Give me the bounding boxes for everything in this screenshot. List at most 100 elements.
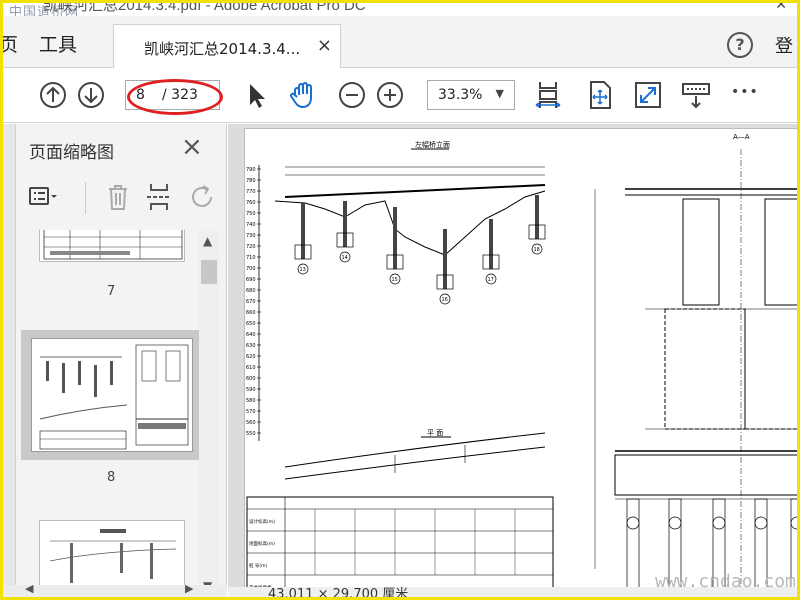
document-tab[interactable]: 凯峡河汇总2014.3.4... × — [113, 24, 341, 68]
pile-section — [668, 516, 682, 530]
delete-page-button[interactable] — [101, 180, 135, 214]
site-watermark: www.cndao.com — [655, 571, 796, 592]
elevation-tick-label: 700 — [246, 266, 256, 272]
elevation-tick-label: 590 — [246, 387, 256, 393]
window-title: 凯峡河汇总2014.3.4.pdf - Adobe Acrobat Pro DC — [43, 3, 366, 14]
elevation-tick-label: 780 — [246, 178, 256, 184]
elevation-tick-label: 660 — [246, 310, 256, 316]
arrow-down-circle-icon — [78, 82, 104, 108]
thumbnail-image — [43, 230, 183, 260]
extract-page-button[interactable] — [143, 180, 177, 214]
elevation-tick-label: 650 — [246, 321, 256, 327]
read-mode-button[interactable] — [679, 78, 713, 112]
page-move-icon — [590, 81, 611, 109]
list-options-icon — [29, 187, 57, 205]
toolbar-separator — [85, 182, 86, 214]
document-page: 左幅桥立面 790 780 770 760 750 740 730 720 710 700 690 6… — [244, 128, 797, 597]
chevron-down-icon: ▼ — [495, 87, 504, 100]
elevation-tick-label: 720 — [246, 244, 256, 250]
thumbnail-page-7[interactable] — [39, 230, 185, 262]
thumbnail-list: 7 8 — [17, 230, 199, 597]
left-rail — [3, 124, 16, 597]
help-icon[interactable]: ? — [727, 32, 753, 58]
page-extract-icon — [147, 184, 169, 210]
scroll-up-icon[interactable]: ▲ — [203, 234, 212, 248]
minus-circle-icon — [339, 82, 365, 108]
pile-section — [712, 516, 726, 530]
zoom-in-button[interactable] — [373, 78, 407, 112]
pier-number-label: 17 — [488, 277, 494, 283]
cursor-arrow-icon — [250, 84, 265, 108]
page-number-highlight — [127, 79, 223, 115]
elevation-tick-label: 580 — [246, 398, 256, 404]
plus-circle-icon — [377, 82, 403, 108]
next-page-button[interactable] — [74, 78, 108, 112]
scroll-thumb[interactable] — [201, 260, 217, 284]
thumbnail-toolbar — [21, 180, 221, 220]
keyboard-down-icon — [682, 83, 710, 109]
document-viewer[interactable]: 左幅桥立面 790 780 770 760 750 740 730 720 710 700 690 6… — [228, 124, 797, 597]
tab-bar: 页 工具 凯峡河汇总2014.3.4... × ? 登 — [3, 16, 797, 68]
hand-icon — [290, 82, 312, 108]
main-toolbar: 8 / 323 33.3% ▼ ••• — [3, 68, 797, 123]
pier-number-label: 16 — [442, 297, 448, 303]
window-close-icon[interactable]: ✕ — [775, 3, 787, 13]
scroll-mode-button[interactable] — [583, 78, 617, 112]
pier — [343, 201, 347, 247]
thumbnail-horizontal-scrollbar[interactable]: ◀ ▶ — [3, 582, 227, 597]
pier — [301, 203, 305, 259]
pile-section — [626, 516, 640, 530]
scroll-right-icon[interactable]: ▶ — [185, 582, 193, 595]
thumbnail-page-8-selected[interactable] — [21, 330, 199, 460]
rotate-page-button[interactable] — [185, 180, 219, 214]
thumbnail-scrollbar[interactable]: ▲ ▼ — [199, 230, 219, 597]
elevation-tick-label: 680 — [246, 288, 256, 294]
select-tool-button[interactable] — [239, 78, 273, 112]
sign-in-button[interactable]: 登 — [775, 32, 793, 58]
app-window: 中国道桥网 凯峡河汇总2014.3.4.pdf - Adobe Acrobat … — [3, 3, 797, 597]
elevation-tick-label: 740 — [246, 222, 256, 228]
table-row-label: 地面标高(m) — [249, 540, 275, 547]
thumbnail-image — [39, 344, 189, 450]
panel-close-icon[interactable]: × — [181, 132, 203, 162]
elevation-tick-label: 600 — [246, 376, 256, 382]
pier-number-label: 18 — [534, 247, 540, 253]
thumbnail-label-7: 7 — [107, 284, 116, 299]
elevation-tick-label: 770 — [246, 189, 256, 195]
pier — [489, 219, 493, 269]
fit-page-icon — [535, 82, 561, 108]
tab-close-icon[interactable]: × — [317, 35, 332, 56]
elevation-tick-label: 760 — [246, 200, 256, 206]
elevation-tick-label: 610 — [246, 365, 256, 371]
rotate-icon — [192, 185, 212, 207]
fit-page-button[interactable] — [531, 78, 565, 112]
nav-tools[interactable]: 工具 — [39, 30, 77, 57]
pier-number-label: 15 — [392, 277, 398, 283]
scroll-left-icon[interactable]: ◀ — [25, 582, 33, 595]
zoom-select[interactable]: 33.3% ▼ — [427, 80, 515, 110]
pier — [443, 229, 447, 289]
pier-number-label: 13 — [300, 267, 306, 273]
pier — [393, 207, 397, 269]
nav-home[interactable]: 页 — [3, 30, 18, 57]
more-tools-icon[interactable]: ••• — [731, 84, 759, 100]
pile-section — [790, 516, 797, 530]
hand-tool-button[interactable] — [286, 78, 320, 112]
elevation-tick-label: 690 — [246, 277, 256, 283]
zoom-value: 33.3% — [438, 87, 483, 103]
engineering-drawing: 左幅桥立面 790 780 770 760 750 740 730 720 710 700 690 6… — [246, 133, 797, 591]
pile — [626, 498, 640, 590]
trash-icon — [109, 185, 127, 210]
elevation-tick-label: 790 — [246, 167, 256, 173]
elevation-tick-label: 670 — [246, 299, 256, 305]
zoom-out-button[interactable] — [335, 78, 369, 112]
previous-page-button[interactable] — [36, 78, 70, 112]
elevation-tick-label: 730 — [246, 233, 256, 239]
page-thumbnails-panel: 页面缩略图 × 7 8 ▲ — [3, 124, 227, 597]
options-menu-button[interactable] — [27, 180, 61, 214]
elevation-tick-label: 710 — [246, 255, 256, 261]
elevation-tick-label: 640 — [246, 332, 256, 338]
elevation-tick-label: 620 — [246, 354, 256, 360]
full-screen-button[interactable] — [631, 78, 665, 112]
arrow-up-circle-icon — [40, 82, 66, 108]
